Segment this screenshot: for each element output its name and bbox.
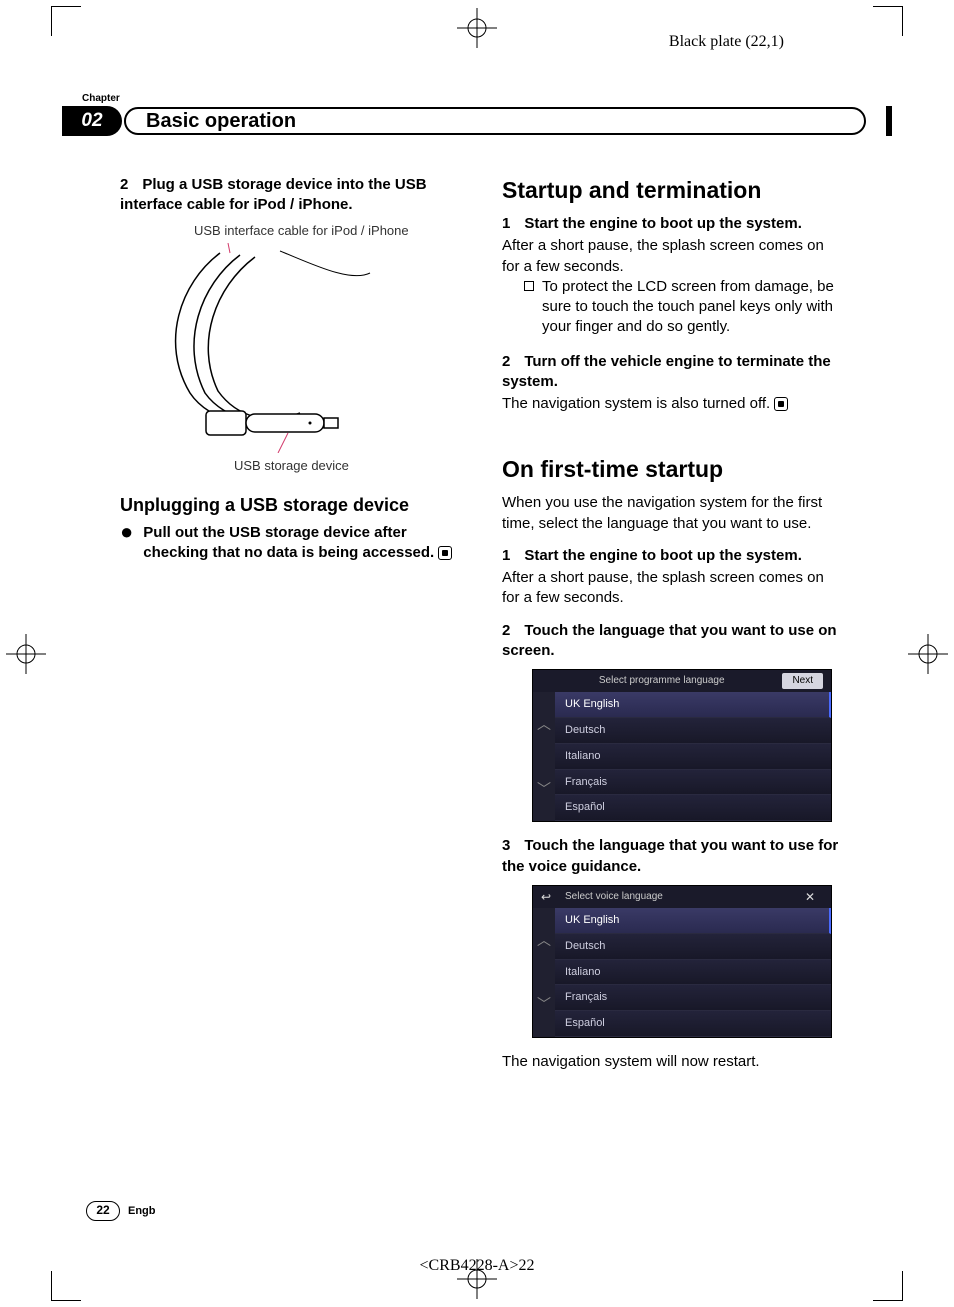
language-option[interactable]: Español [555,795,831,821]
section-heading: Startup and termination [502,175,844,206]
subsection-heading: Unplugging a USB storage device [120,493,462,517]
registration-mark-icon [457,8,497,48]
chevron-up-icon[interactable]: ︿ [537,715,551,734]
note-bullet-icon [524,281,534,291]
screen-title: Select voice language [559,890,805,904]
language-list: UK English Deutsch Italiano Français Esp… [555,908,831,1037]
figure-label-bottom: USB storage device [234,457,462,475]
document-code: <CRB4228-A>22 [420,1257,535,1275]
chapter-title: Basic operation [124,107,866,135]
body-text: The navigation system is also turned off… [502,394,844,414]
step-text: Start the engine to boot up the system. [524,547,802,564]
language-option[interactable]: Français [555,770,831,796]
step-text: Start the engine to boot up the system. [524,215,802,232]
language-abbrev: Engb [128,1205,156,1217]
step-number: 1 [502,547,510,564]
chevron-down-icon[interactable]: ﹀ [537,995,551,1014]
scroll-arrows[interactable]: ︿ ﹀ [533,908,555,1037]
language-screen-1: Select programme language Next ︿ ﹀ UK En… [532,669,832,822]
language-option[interactable]: Italiano [555,960,831,986]
screen-title: Select programme language [541,674,782,688]
bullet-item: ● Pull out the USB storage device after … [120,523,462,564]
page-number: 22 [86,1201,120,1221]
chapter-label: Chapter [82,93,120,104]
chapter-number-tab: 02 [62,106,122,136]
step-heading: 3Touch the language that you want to use… [502,836,844,877]
language-option[interactable]: Français [555,985,831,1011]
language-option[interactable]: Español [555,1011,831,1037]
step-number: 2 [502,353,510,370]
step-number: 1 [502,215,510,232]
step-heading: 2Plug a USB storage device into the USB … [120,175,462,216]
language-option[interactable]: Italiano [555,744,831,770]
crop-mark [51,1271,81,1301]
left-column: 2Plug a USB storage device into the USB … [120,175,462,1072]
language-screen-2: ↩ Select voice language ✕ ︿ ﹀ UK English… [532,885,832,1038]
step-heading: 2Turn off the vehicle engine to terminat… [502,352,844,393]
back-icon[interactable]: ↩ [541,889,559,905]
note-item: To protect the LCD screen from damage, b… [524,277,844,338]
usb-cable-illustration [150,243,380,453]
language-list: UK English Deutsch Italiano Français Esp… [555,692,831,821]
crop-mark [873,6,903,36]
step-heading: 1 Start the engine to boot up the system. [502,214,844,234]
body-text: When you use the navigation system for t… [502,493,844,534]
body-text: After a short pause, the splash screen c… [502,568,844,609]
close-icon[interactable]: ✕ [805,889,823,905]
bullet-icon: ● [120,523,133,541]
section-end-icon [438,546,452,560]
scroll-arrows[interactable]: ︿ ﹀ [533,692,555,821]
section-end-icon [774,397,788,411]
bullet-text: Pull out the USB storage device after ch… [143,524,434,561]
step-text: Turn off the vehicle engine to terminate… [502,353,831,390]
step-heading: 2Touch the language that you want to use… [502,621,844,662]
note-text: To protect the LCD screen from damage, b… [542,277,844,338]
language-option[interactable]: UK English [555,908,831,934]
step-text: Touch the language that you want to use … [502,837,838,874]
section-heading: On first-time startup [502,454,844,485]
registration-mark-icon [908,634,948,674]
right-column: Startup and termination 1 Start the engin… [502,175,844,1072]
step-number: 2 [120,176,128,193]
body-text: The navigation system will now restart. [502,1052,844,1072]
language-option[interactable]: Deutsch [555,718,831,744]
language-option[interactable]: UK English [555,692,831,718]
step-heading: 1 Start the engine to boot up the system. [502,546,844,566]
figure-label-top: USB interface cable for iPod / iPhone [194,222,462,240]
chevron-up-icon[interactable]: ︿ [537,931,551,950]
step-text: Plug a USB storage device into the USB i… [120,176,427,213]
body-text: After a short pause, the splash screen c… [502,236,844,277]
tab-stripe [886,106,892,136]
crop-mark [873,1271,903,1301]
next-button[interactable]: Next [782,673,823,689]
registration-mark-icon [6,634,46,674]
step-number: 2 [502,622,510,639]
crop-mark [51,6,81,36]
chevron-down-icon[interactable]: ﹀ [537,780,551,799]
step-number: 3 [502,837,510,854]
step-text: Touch the language that you want to use … [502,622,837,659]
black-plate-label: Black plate (22,1) [669,33,784,51]
language-option[interactable]: Deutsch [555,934,831,960]
